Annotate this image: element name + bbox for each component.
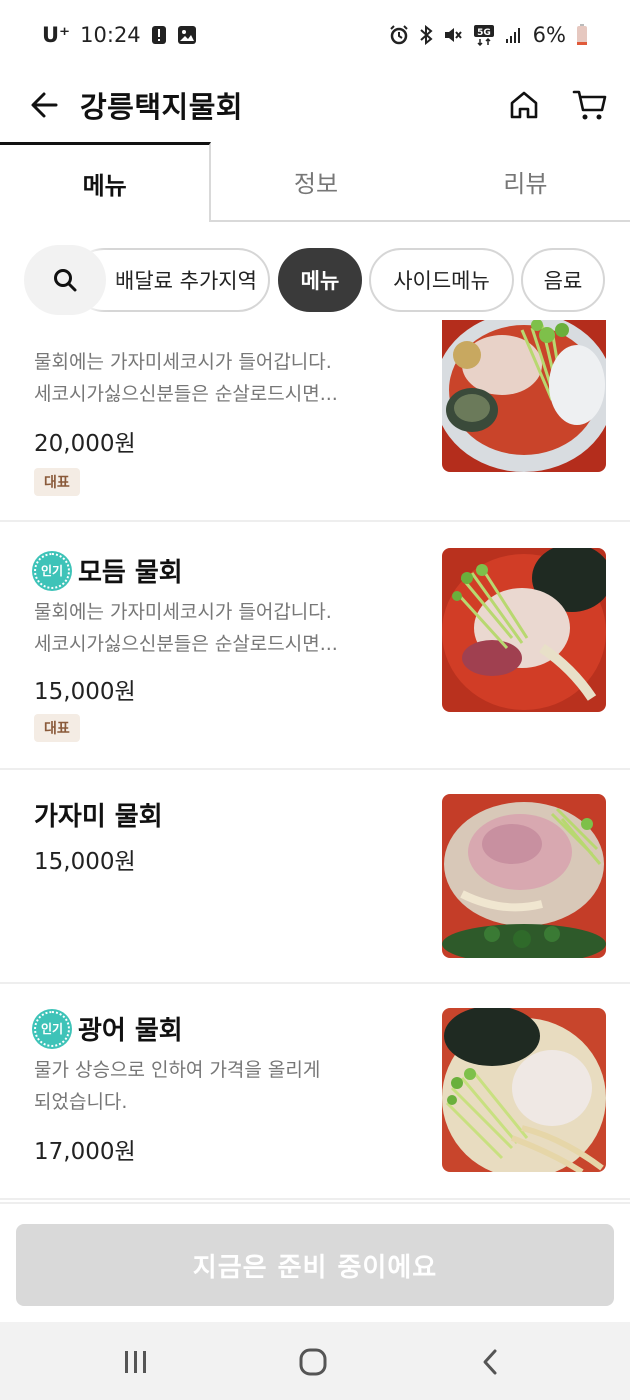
svg-text:5G: 5G	[477, 28, 491, 38]
menu-item[interactable]: 인기 모듬 물회 물회에는 가자미세코시가 들어갑니다. 세코시가싫으신분들은 …	[0, 522, 630, 770]
bluetooth-icon	[419, 25, 433, 45]
item-description-line: 물회에는 가자미세코시가 들어갑니다.	[34, 351, 332, 373]
cart-icon	[572, 90, 607, 120]
home-icon	[510, 91, 538, 119]
alarm-icon	[389, 25, 409, 45]
category-chips: 배달료 추가지역 메뉴 사이드메뉴 음료	[0, 240, 630, 320]
tab-info[interactable]: 정보	[211, 142, 421, 222]
item-description-line: 물회에는 가자미세코시가 들어갑니다.	[34, 601, 332, 623]
system-nav-bar	[0, 1322, 630, 1400]
item-price: 20,000원	[34, 431, 136, 457]
order-button-disabled[interactable]: 지금은 준비 중이에요	[16, 1224, 614, 1306]
arrow-left-icon	[31, 92, 58, 118]
item-description-line: 세코시가싫으신분들은 순살로드시면...	[34, 633, 338, 655]
item-price: 15,000원	[34, 679, 136, 705]
item-name-text: 모듬 물회	[78, 558, 183, 588]
carrier-label: U⁺	[42, 23, 71, 47]
battery-icon	[576, 24, 588, 46]
popular-badge: 인기	[34, 1010, 70, 1047]
item-photo	[442, 320, 606, 472]
status-left: U⁺ 10:24	[42, 23, 197, 47]
home-circle-icon	[299, 1348, 327, 1376]
network-5g-icon: 5G	[473, 24, 495, 46]
item-description-line: 세코시가싫으신분들은 순살로드시면...	[34, 383, 338, 405]
clock: 10:24	[80, 23, 141, 47]
popular-badge: 인기	[34, 552, 70, 589]
item-name: 인기 모듬 물회	[34, 552, 183, 589]
menu-list: 물회에는 가자미세코시가 들어갑니다. 세코시가싫으신분들은 순살로드시면...…	[0, 320, 630, 1200]
item-description: 물회에는 가자미세코시가 들어갑니다. 세코시가싫으신분들은 순살로드시면...	[34, 346, 414, 410]
item-photo	[442, 1008, 606, 1172]
page-title: 강릉택지물회	[80, 90, 244, 124]
menu-item[interactable]: 가자미 물회 15,000원	[0, 770, 630, 984]
recent-apps-button[interactable]	[106, 1340, 166, 1384]
tab-bar: 메뉴 정보 리뷰	[0, 142, 630, 222]
back-button[interactable]	[24, 80, 64, 130]
cart-button[interactable]	[568, 80, 612, 130]
representative-tag: 대표	[34, 468, 80, 496]
item-description-line: 되었습니다.	[34, 1091, 128, 1113]
status-right: 5G 6%	[389, 23, 588, 47]
item-photo	[442, 548, 606, 712]
item-description-line: 물가 상승으로 인하여 가격을 올리게	[34, 1059, 321, 1081]
home-button[interactable]	[503, 80, 545, 130]
signal-icon	[505, 26, 523, 44]
representative-tag: 대표	[34, 714, 80, 742]
battery-percent: 6%	[532, 23, 566, 47]
chevron-left-icon	[483, 1349, 497, 1375]
chip-menu[interactable]: 메뉴	[278, 248, 362, 312]
menu-item[interactable]: 물회에는 가자미세코시가 들어갑니다. 세코시가싫으신분들은 순살로드시면...…	[0, 320, 630, 522]
gallery-notification-icon	[177, 25, 197, 45]
tab-menu[interactable]: 메뉴	[0, 142, 212, 222]
item-name-text: 광어 물회	[78, 1016, 183, 1046]
search-icon	[54, 269, 77, 292]
alert-notification-icon	[151, 25, 167, 45]
app-bar: 강릉택지물회	[0, 70, 630, 142]
item-name: 가자미 물회	[34, 796, 163, 833]
item-description: 물가 상승으로 인하여 가격을 올리게 되었습니다.	[34, 1054, 414, 1118]
search-button[interactable]	[24, 245, 106, 315]
item-price: 17,000원	[34, 1139, 136, 1165]
recent-apps-icon	[125, 1351, 146, 1373]
chip-drinks[interactable]: 음료	[521, 248, 605, 312]
item-name-text: 가자미 물회	[34, 802, 163, 832]
tab-review[interactable]: 리뷰	[420, 142, 630, 222]
chip-side-menu[interactable]: 사이드메뉴	[369, 248, 514, 312]
item-price: 15,000원	[34, 849, 136, 875]
item-description: 물회에는 가자미세코시가 들어갑니다. 세코시가싫으신분들은 순살로드시면...	[34, 596, 414, 660]
bottom-cta-bar: 지금은 준비 중이에요	[0, 1202, 630, 1322]
menu-item[interactable]: 인기 광어 물회 물가 상승으로 인하여 가격을 올리게 되었습니다. 17,0…	[0, 984, 630, 1200]
item-photo	[442, 794, 606, 958]
status-bar: U⁺ 10:24 5G 6%	[0, 0, 630, 70]
mute-icon	[443, 25, 463, 45]
home-nav-button[interactable]	[283, 1340, 343, 1384]
back-nav-button[interactable]	[460, 1340, 520, 1384]
item-name: 인기 광어 물회	[34, 1010, 183, 1047]
